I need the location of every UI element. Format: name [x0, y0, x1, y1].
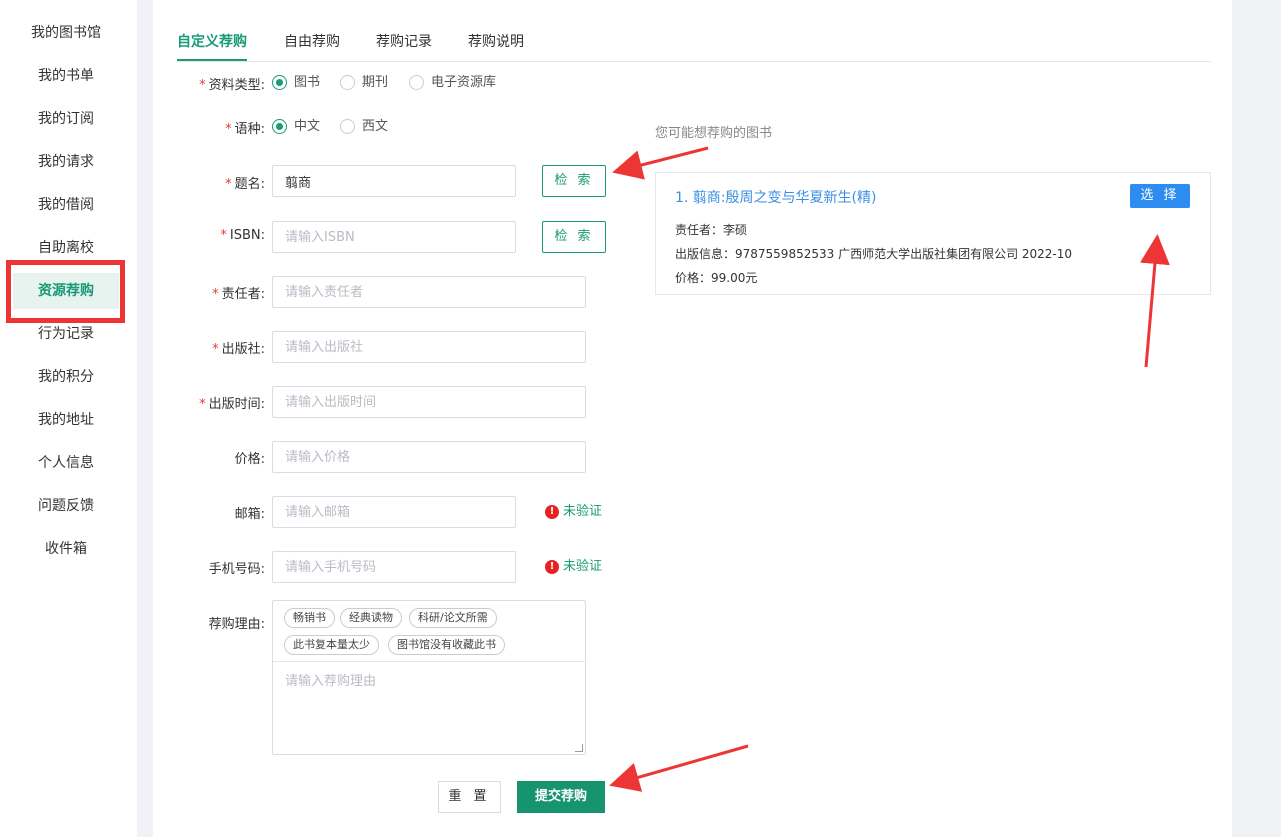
- sidebar-item-feedback[interactable]: 问题反馈: [13, 488, 119, 524]
- language-label-text: 语种:: [234, 122, 265, 137]
- suggestion-pub-info: 出版信息：9787559852533 广西师范大学出版社集团有限公司 2022-…: [675, 247, 1073, 261]
- sidebar-item-my-booklist[interactable]: 我的书单: [13, 58, 119, 94]
- email-label: 邮箱:: [234, 507, 265, 522]
- required-mark: *: [220, 228, 227, 243]
- reason-tag-research[interactable]: 科研/论文所需: [409, 608, 497, 628]
- required-mark: *: [225, 122, 232, 137]
- email-status-text: 未验证: [563, 504, 603, 519]
- title-label-text: 题名:: [234, 177, 265, 192]
- pub-date-input[interactable]: [272, 386, 586, 418]
- radio-icon: [340, 75, 355, 90]
- radio-label: 西文: [362, 119, 389, 134]
- phone-unverified-status: ! 未验证: [545, 557, 602, 577]
- tab-free-recommend[interactable]: 自由荐购: [284, 22, 340, 61]
- material-type-label-text: 资料类型:: [208, 78, 265, 93]
- sidebar-item-my-requests[interactable]: 我的请求: [13, 144, 119, 180]
- reason-textarea[interactable]: [273, 661, 585, 754]
- reset-button[interactable]: 重 置: [438, 781, 501, 813]
- suggestion-author: 责任者：李硕: [675, 223, 748, 237]
- sidebar-item-my-subscriptions[interactable]: 我的订阅: [13, 101, 119, 137]
- author-input[interactable]: [272, 276, 586, 308]
- suggestion-price: 价格：99.00元: [675, 271, 758, 285]
- reason-box: 畅销书 经典读物 科研/论文所需 此书复本量太少 图书馆没有收藏此书: [272, 600, 586, 755]
- required-mark: *: [199, 397, 206, 412]
- suggestion-card: 1. 翦商:殷周之变与华夏新生(精) 选 择 责任者：李硕 出版信息：97875…: [655, 172, 1211, 295]
- sidebar-item-my-address[interactable]: 我的地址: [13, 402, 119, 438]
- reason-tag-bestseller[interactable]: 畅销书: [284, 608, 335, 628]
- sidebar: 我的图书馆 我的书单 我的订阅 我的请求 我的借阅 自助离校 资源荐购 行为记录…: [0, 0, 137, 837]
- title-search-button[interactable]: 检 索: [542, 165, 606, 197]
- price-input[interactable]: [272, 441, 586, 473]
- radio-e-resource[interactable]: 电子资源库: [409, 73, 496, 93]
- material-type-label: * 资料类型:: [199, 74, 265, 93]
- radio-label: 期刊: [362, 75, 389, 90]
- radio-label: 图书: [294, 75, 321, 90]
- reason-tag-few-copies[interactable]: 此书复本量太少: [284, 635, 379, 655]
- radio-journal[interactable]: 期刊: [340, 73, 388, 93]
- required-mark: *: [212, 287, 219, 302]
- isbn-label-text: ISBN:: [229, 228, 265, 243]
- suggestion-book-title[interactable]: 1. 翦商:殷周之变与华夏新生(精): [675, 187, 876, 207]
- radio-checked-icon: [272, 119, 287, 134]
- sidebar-item-inbox[interactable]: 收件箱: [13, 531, 119, 567]
- annotation-highlight-box: [6, 260, 125, 323]
- required-mark: *: [199, 78, 206, 93]
- reason-label: 荐购理由:: [208, 617, 265, 632]
- radio-icon: [340, 119, 355, 134]
- sidebar-item-personal-info[interactable]: 个人信息: [13, 445, 119, 481]
- author-label: * 责任者:: [212, 283, 265, 302]
- isbn-label: * ISBN:: [220, 228, 265, 243]
- required-mark: *: [212, 342, 219, 357]
- publisher-label-text: 出版社:: [221, 342, 265, 357]
- isbn-search-button[interactable]: 检 索: [542, 221, 606, 253]
- radio-icon: [409, 75, 424, 90]
- material-type-radio-group: 图书 期刊 电子资源库: [272, 73, 532, 93]
- publisher-input[interactable]: [272, 331, 586, 363]
- radio-western[interactable]: 西文: [340, 117, 388, 137]
- warning-icon: !: [545, 505, 559, 519]
- submit-button[interactable]: 提交荐购: [517, 781, 605, 813]
- pub-date-label-text: 出版时间:: [208, 397, 265, 412]
- author-label-text: 责任者:: [221, 287, 265, 302]
- radio-checked-icon: [272, 75, 287, 90]
- resize-grip-icon[interactable]: [575, 744, 583, 752]
- tab-recommend-guide[interactable]: 荐购说明: [468, 22, 524, 61]
- phone-status-text: 未验证: [563, 559, 603, 574]
- publisher-label: * 出版社:: [212, 338, 265, 357]
- radio-chinese[interactable]: 中文: [272, 117, 320, 137]
- language-label: * 语种:: [225, 118, 265, 137]
- radio-label: 电子资源库: [431, 75, 497, 90]
- main-panel: 自定义荐购 自由荐购 荐购记录 荐购说明 * 资料类型: 图书 期刊 电子资源库 …: [153, 0, 1232, 837]
- pub-date-label: * 出版时间:: [199, 393, 265, 412]
- tab-recommend-history[interactable]: 荐购记录: [376, 22, 432, 61]
- price-label: 价格:: [234, 452, 265, 467]
- title-input[interactable]: [272, 165, 516, 197]
- warning-icon: !: [545, 560, 559, 574]
- language-radio-group: 中文 西文: [272, 117, 412, 137]
- sidebar-item-my-points[interactable]: 我的积分: [13, 359, 119, 395]
- tab-custom-recommend[interactable]: 自定义荐购: [177, 22, 247, 61]
- email-unverified-status: ! 未验证: [545, 502, 602, 522]
- tab-bar: 自定义荐购 自由荐购 荐购记录 荐购说明: [177, 22, 1211, 62]
- reason-tag-not-in-library[interactable]: 图书馆没有收藏此书: [388, 635, 505, 655]
- sidebar-item-my-library[interactable]: 我的图书馆: [13, 15, 119, 51]
- radio-book[interactable]: 图书: [272, 73, 320, 93]
- phone-input[interactable]: [272, 551, 516, 583]
- radio-label: 中文: [294, 119, 321, 134]
- email-input[interactable]: [272, 496, 516, 528]
- suggestions-title: 您可能想荐购的图书: [655, 126, 773, 141]
- title-label: * 题名:: [225, 173, 265, 192]
- isbn-input[interactable]: [272, 221, 516, 253]
- reason-tag-classic[interactable]: 经典读物: [340, 608, 402, 628]
- phone-label: 手机号码:: [208, 562, 265, 577]
- sidebar-item-my-borrowing[interactable]: 我的借阅: [13, 187, 119, 223]
- required-mark: *: [225, 177, 232, 192]
- select-book-button[interactable]: 选 择: [1130, 184, 1190, 208]
